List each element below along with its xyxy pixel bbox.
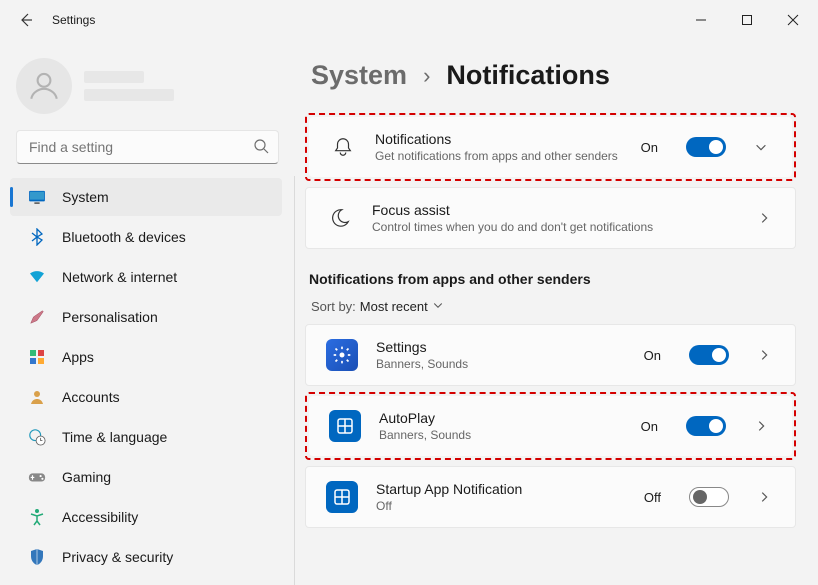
- breadcrumb: System › Notifications: [305, 60, 796, 91]
- grid-icon: [326, 481, 358, 513]
- focus-assist-card[interactable]: Focus assist Control times when you do a…: [305, 187, 796, 249]
- search-input[interactable]: [16, 130, 279, 164]
- main-content: System › Notifications Notifications Get…: [295, 40, 818, 585]
- card-subtitle: Banners, Sounds: [379, 428, 623, 442]
- sidebar: System Bluetooth & devices Network & inter…: [0, 40, 295, 585]
- highlight-box-autoplay: AutoPlay Banners, Sounds On: [305, 392, 796, 460]
- card-title: Focus assist: [372, 202, 729, 218]
- sidebar-item-label: Personalisation: [62, 309, 158, 325]
- toggle-state: On: [641, 140, 658, 155]
- gamepad-icon: [28, 468, 46, 486]
- card-subtitle: Control times when you do and don't get …: [372, 220, 729, 234]
- toggle-state: Off: [644, 490, 661, 505]
- sidebar-item-privacy-security[interactable]: Privacy & security: [10, 538, 282, 576]
- sort-label: Sort by:: [311, 299, 356, 314]
- search-icon: [253, 138, 269, 157]
- card-title: Notifications: [375, 131, 623, 147]
- app-card-settings[interactable]: Settings Banners, Sounds On: [305, 324, 796, 386]
- bell-icon: [329, 133, 357, 161]
- sidebar-item-label: Accounts: [62, 389, 120, 405]
- accessibility-icon: [28, 508, 46, 526]
- window-title: Settings: [52, 13, 95, 27]
- app-card-startup-app-notification[interactable]: Startup App Notification Off Off: [305, 466, 796, 528]
- apps-icon: [28, 348, 46, 366]
- page-title: Notifications: [446, 60, 610, 91]
- system-icon: [28, 188, 46, 206]
- app-card-autoplay[interactable]: AutoPlay Banners, Sounds On: [309, 396, 792, 456]
- card-title: Startup App Notification: [376, 481, 626, 497]
- card-text: Settings Banners, Sounds: [376, 339, 626, 371]
- sidebar-item-accounts[interactable]: Accounts: [10, 378, 282, 416]
- chevron-right-icon[interactable]: [747, 490, 781, 504]
- wifi-icon: [28, 268, 46, 286]
- notifications-card[interactable]: Notifications Get notifications from app…: [309, 117, 792, 177]
- back-button[interactable]: [10, 4, 42, 36]
- moon-icon: [326, 204, 354, 232]
- search-container: [16, 130, 279, 164]
- sidebar-item-label: Bluetooth & devices: [62, 229, 186, 245]
- sidebar-item-accessibility[interactable]: Accessibility: [10, 498, 282, 536]
- card-text: Startup App Notification Off: [376, 481, 626, 513]
- card-subtitle: Get notifications from apps and other se…: [375, 149, 623, 163]
- sidebar-item-label: Privacy & security: [62, 549, 173, 565]
- sidebar-item-label: System: [62, 189, 109, 205]
- card-text: AutoPlay Banners, Sounds: [379, 410, 623, 442]
- sidebar-item-network-internet[interactable]: Network & internet: [10, 258, 282, 296]
- user-info: [84, 71, 174, 101]
- sidebar-item-label: Accessibility: [62, 509, 138, 525]
- app-toggle[interactable]: [689, 487, 729, 507]
- minimize-button[interactable]: [678, 4, 724, 36]
- maximize-button[interactable]: [724, 4, 770, 36]
- sidebar-item-label: Time & language: [62, 429, 167, 445]
- sort-value: Most recent: [360, 299, 428, 314]
- app-toggle[interactable]: [689, 345, 729, 365]
- card-text: Notifications Get notifications from app…: [375, 131, 623, 163]
- card-text: Focus assist Control times when you do a…: [372, 202, 729, 234]
- sidebar-item-label: Network & internet: [62, 269, 177, 285]
- bluetooth-icon: [28, 228, 46, 246]
- sidebar-item-bluetooth-devices[interactable]: Bluetooth & devices: [10, 218, 282, 256]
- chevron-right-icon[interactable]: [747, 348, 781, 362]
- chevron-right-icon[interactable]: [747, 211, 781, 225]
- close-button[interactable]: [770, 4, 816, 36]
- highlight-box-notifications: Notifications Get notifications from app…: [305, 113, 796, 181]
- person-icon: [28, 388, 46, 406]
- brush-icon: [28, 308, 46, 326]
- chevron-down-icon: [432, 299, 444, 314]
- sidebar-item-label: Gaming: [62, 469, 111, 485]
- notifications-toggle[interactable]: [686, 137, 726, 157]
- avatar: [16, 58, 72, 114]
- card-subtitle: Banners, Sounds: [376, 357, 626, 371]
- toggle-state: On: [644, 348, 661, 363]
- toggle-state: On: [641, 419, 658, 434]
- card-title: Settings: [376, 339, 626, 355]
- sidebar-item-gaming[interactable]: Gaming: [10, 458, 282, 496]
- gear-icon: [326, 339, 358, 371]
- sort-dropdown[interactable]: Sort by: Most recent: [311, 299, 796, 314]
- section-title: Notifications from apps and other sender…: [309, 271, 796, 287]
- card-subtitle: Off: [376, 499, 626, 513]
- sidebar-item-apps[interactable]: Apps: [10, 338, 282, 376]
- nav-list: System Bluetooth & devices Network & inter…: [0, 176, 295, 585]
- titlebar: Settings: [0, 0, 818, 40]
- grid-icon: [329, 410, 361, 442]
- chevron-right-icon: ›: [423, 63, 430, 89]
- shield-icon: [28, 548, 46, 566]
- sidebar-item-system[interactable]: System: [10, 178, 282, 216]
- breadcrumb-parent[interactable]: System: [311, 60, 407, 91]
- globe-clock-icon: [28, 428, 46, 446]
- card-title: AutoPlay: [379, 410, 623, 426]
- sidebar-item-label: Apps: [62, 349, 94, 365]
- chevron-right-icon[interactable]: [744, 419, 778, 433]
- app-toggle[interactable]: [686, 416, 726, 436]
- sidebar-item-personalisation[interactable]: Personalisation: [10, 298, 282, 336]
- user-account[interactable]: [0, 48, 295, 130]
- sidebar-item-time-language[interactable]: Time & language: [10, 418, 282, 456]
- expand-chevron[interactable]: [744, 140, 778, 154]
